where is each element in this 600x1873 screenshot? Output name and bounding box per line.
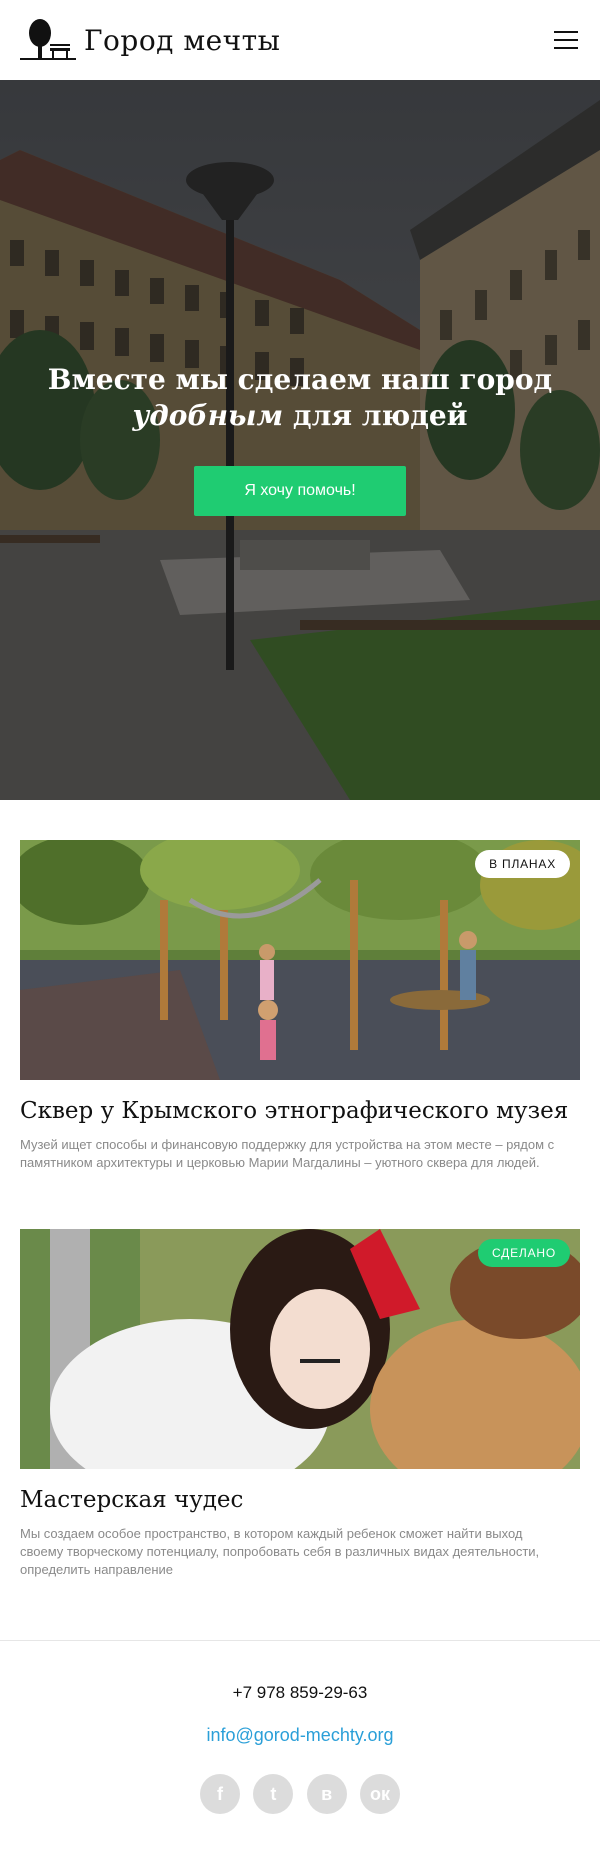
hero-title-line2: для людей bbox=[283, 399, 468, 432]
footer-divider bbox=[0, 1640, 600, 1641]
hero-title: Вместе мы сделаем наш город удобным для … bbox=[40, 362, 560, 434]
logo-text: Город мечты bbox=[84, 23, 281, 57]
site-header: Город мечты bbox=[0, 0, 600, 80]
project-description: Мы создаем особое пространство, в которо… bbox=[20, 1526, 540, 1577]
project-image: В ПЛАНАХ bbox=[20, 840, 580, 1080]
project-title[interactable]: Мастерская чудес bbox=[20, 1483, 580, 1517]
email-link[interactable]: info@gorod-mechty.org bbox=[0, 1725, 600, 1746]
project-description: Музей ищет способы и финансовую поддержк… bbox=[20, 1137, 555, 1170]
status-badge: В ПЛАНАХ bbox=[475, 850, 570, 878]
phone-number[interactable]: +7 978 859-29-63 bbox=[0, 1683, 600, 1703]
odnoklassniki-icon[interactable]: ок bbox=[359, 1774, 400, 1814]
menu-button[interactable] bbox=[552, 26, 580, 54]
hero: Вместе мы сделаем наш город удобным для … bbox=[0, 80, 600, 800]
twitter-icon[interactable]: t bbox=[253, 1774, 294, 1814]
tree-bench-logo-icon bbox=[20, 19, 76, 60]
logo[interactable]: Город мечты bbox=[20, 18, 280, 62]
hero-title-line1: Вместе мы сделаем наш город bbox=[47, 363, 553, 396]
social-links: f t в ок bbox=[200, 1774, 400, 1814]
project-title[interactable]: Сквер у Крымского этнографического музея bbox=[20, 1094, 580, 1128]
hamburger-icon bbox=[554, 31, 578, 33]
hero-title-emphasis: удобным bbox=[132, 399, 284, 432]
project-image: СДЕЛАНО bbox=[20, 1229, 580, 1469]
facebook-icon[interactable]: f bbox=[200, 1774, 240, 1814]
project-card[interactable]: СДЕЛАНО Мастерская чудес Мы создаем особ… bbox=[20, 1229, 580, 1579]
project-card[interactable]: В ПЛАНАХ Сквер у Крымского этнографическ… bbox=[20, 840, 580, 1172]
vk-icon[interactable]: в bbox=[306, 1774, 347, 1814]
help-button[interactable]: Я хочу помочь! bbox=[194, 466, 406, 516]
status-badge: СДЕЛАНО bbox=[477, 1239, 570, 1267]
